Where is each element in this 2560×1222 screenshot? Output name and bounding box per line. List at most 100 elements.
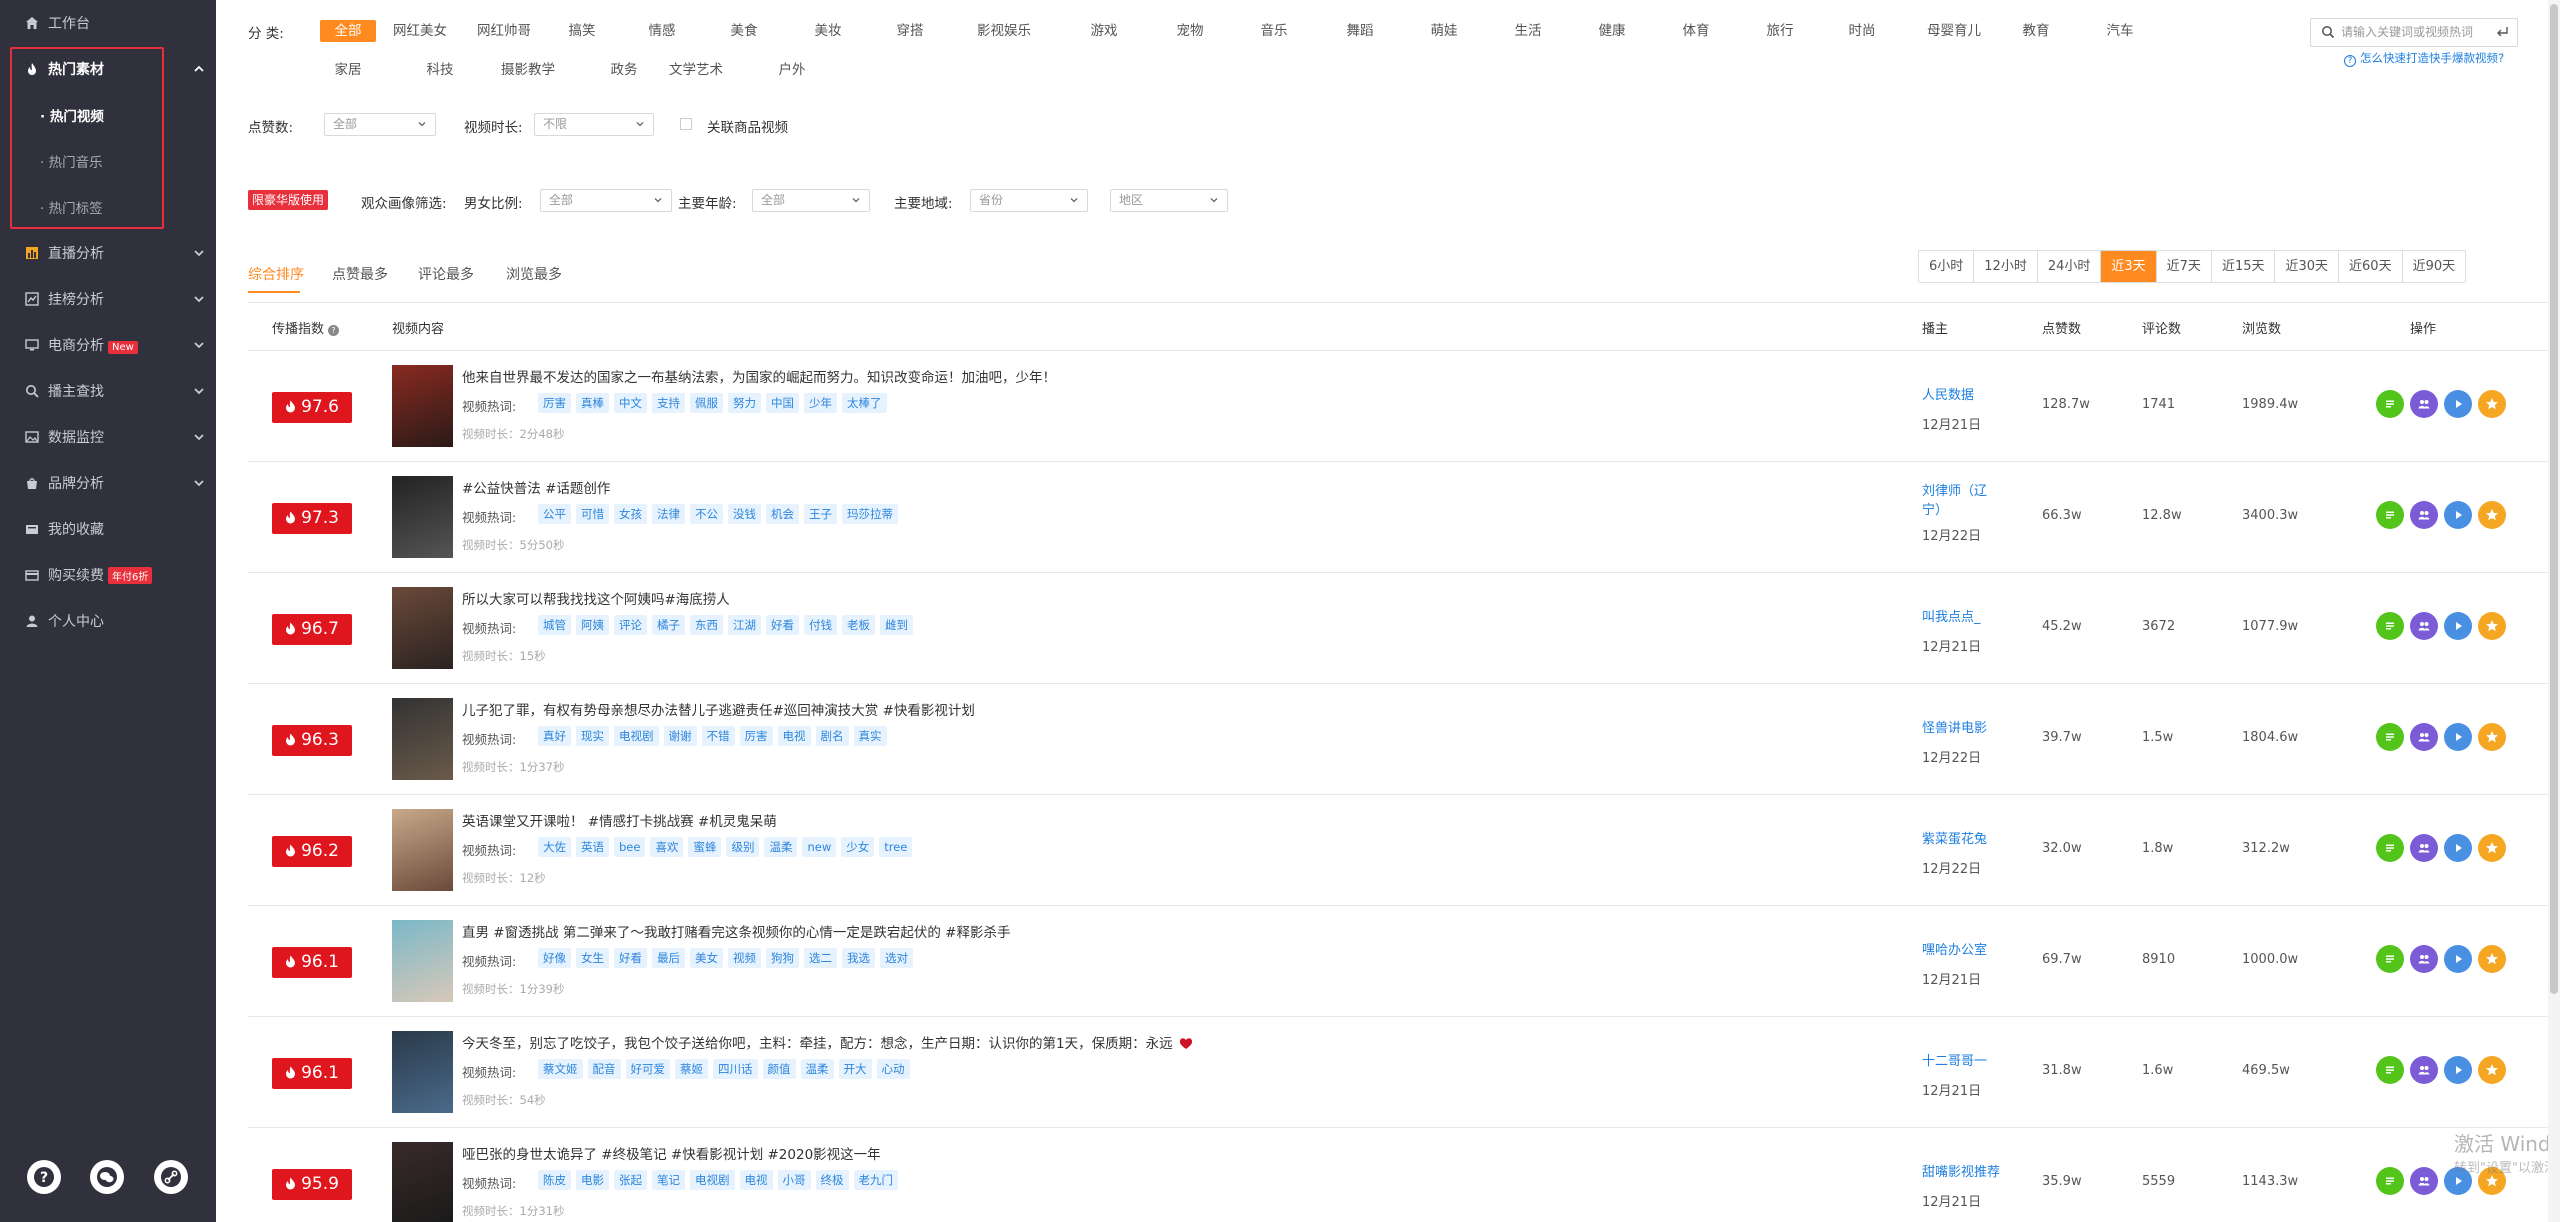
keyword-tag[interactable]: 老板 (842, 615, 875, 635)
keyword-tag[interactable]: 选二 (804, 948, 837, 968)
detail-icon[interactable] (2376, 501, 2404, 529)
analysis-icon[interactable] (2410, 501, 2438, 529)
play-icon[interactable] (2444, 612, 2472, 640)
sidebar-item-favorites[interactable]: 我的收藏 (0, 506, 216, 552)
author-link[interactable]: 刘律师（辽宁） (1922, 482, 2004, 520)
video-title[interactable]: 直男 #窗透挑战 第二弹来了～我敢打赌看完这条视频你的心情一定是跌宕起伏的 #释… (462, 921, 1011, 941)
detail-icon[interactable] (2376, 723, 2404, 751)
age-select[interactable]: 全部 (752, 189, 870, 212)
header-views[interactable]: 浏览数 (2242, 318, 2281, 337)
category-item[interactable]: 影视娱乐 (956, 20, 1052, 42)
keyword-tag[interactable]: 级别 (726, 837, 760, 857)
category-item[interactable]: 宠物 (1162, 20, 1218, 42)
category-item[interactable]: 汽车 (2092, 20, 2148, 42)
keyword-tag[interactable]: 电视剧 (690, 1170, 735, 1190)
keyword-tag[interactable]: 最后 (652, 948, 685, 968)
keyword-tag[interactable]: 终极 (815, 1170, 849, 1190)
scrollbar[interactable] (2548, 0, 2560, 1222)
keyword-tag[interactable]: 东西 (690, 615, 723, 635)
category-item[interactable]: 游戏 (1076, 20, 1132, 42)
video-thumbnail[interactable] (392, 587, 453, 669)
keyword-tag[interactable]: 好看 (614, 948, 647, 968)
favorite-icon[interactable] (2478, 945, 2506, 973)
category-item[interactable]: 萌娃 (1416, 20, 1472, 42)
category-item[interactable]: 美食 (716, 20, 772, 42)
author-link[interactable]: 怪兽讲电影 (1922, 719, 2004, 738)
keyword-tag[interactable]: 中文 (614, 393, 647, 413)
keyword-tag[interactable]: 电视 (777, 726, 811, 746)
category-item[interactable]: 搞笑 (554, 20, 610, 42)
analysis-icon[interactable] (2410, 945, 2438, 973)
play-icon[interactable] (2444, 834, 2472, 862)
category-item[interactable]: 生活 (1500, 20, 1556, 42)
keyword-tag[interactable]: 张起 (614, 1170, 647, 1190)
category-item[interactable]: 家居 (320, 59, 376, 81)
video-thumbnail[interactable] (392, 698, 453, 780)
sidebar-item-ecommerce-analysis[interactable]: 电商分析 New (0, 322, 216, 368)
keyword-tag[interactable]: 蜜蜂 (688, 837, 722, 857)
keyword-tag[interactable]: 太棒了 (842, 393, 887, 413)
detail-icon[interactable] (2376, 612, 2404, 640)
time-tab[interactable]: 近3天 (2101, 251, 2157, 282)
play-icon[interactable] (2444, 723, 2472, 751)
detail-icon[interactable] (2376, 390, 2404, 418)
keyword-tag[interactable]: 我选 (842, 948, 875, 968)
favorite-icon[interactable] (2478, 723, 2506, 751)
keyword-tag[interactable]: 真好 (538, 726, 571, 746)
keyword-tag[interactable]: 少女 (841, 837, 875, 857)
video-thumbnail[interactable] (392, 809, 453, 891)
detail-icon[interactable] (2376, 945, 2404, 973)
keyword-tag[interactable]: 好看 (766, 615, 799, 635)
keyword-tag[interactable]: 喜欢 (650, 837, 684, 857)
keyword-tag[interactable]: 温柔 (764, 837, 798, 857)
keyword-tag[interactable]: 电视剧 (614, 726, 659, 746)
keyword-tag[interactable]: 美女 (690, 948, 723, 968)
duration-select[interactable]: 不限 (534, 113, 654, 136)
author-link[interactable]: 十二哥哥一 (1922, 1052, 2004, 1071)
keyword-tag[interactable]: 雌到 (880, 615, 913, 635)
keyword-tag[interactable]: 颜值 (762, 1059, 796, 1079)
video-thumbnail[interactable] (392, 920, 453, 1002)
keyword-tag[interactable]: 努力 (728, 393, 761, 413)
keyword-tag[interactable]: 少年 (804, 393, 837, 413)
sort-tab-comments[interactable]: 评论最多 (418, 264, 474, 284)
search-input[interactable]: 请输入关键词或视频热词 (2310, 18, 2518, 47)
author-link[interactable]: 人民数据 (1922, 386, 2004, 405)
link-icon[interactable] (154, 1160, 188, 1194)
detail-icon[interactable] (2376, 834, 2404, 862)
keyword-tag[interactable]: 大佐 (538, 837, 571, 857)
keyword-tag[interactable]: 英语 (576, 837, 609, 857)
analysis-icon[interactable] (2410, 1167, 2438, 1195)
time-tab[interactable]: 6小时 (1919, 251, 1975, 282)
video-title[interactable]: 所以大家可以帮我找找这个阿姨吗#海底捞人 (462, 588, 730, 608)
analysis-icon[interactable] (2410, 612, 2438, 640)
sidebar-item-brand-analysis[interactable]: 品牌分析 (0, 460, 216, 506)
keyword-tag[interactable]: 温柔 (800, 1059, 834, 1079)
time-tab[interactable]: 近60天 (2339, 251, 2403, 282)
keyword-tag[interactable]: 中国 (766, 393, 799, 413)
help-icon[interactable]: ? (27, 1160, 61, 1194)
category-item[interactable]: 网红美女 (384, 20, 456, 42)
wechat-icon[interactable] (90, 1160, 124, 1194)
keyword-tag[interactable]: 视频 (728, 948, 761, 968)
category-item[interactable]: 全部 (320, 20, 376, 42)
analysis-icon[interactable] (2410, 834, 2438, 862)
favorite-icon[interactable] (2478, 501, 2506, 529)
sidebar-item-renew[interactable]: 购买续费 年付6折 (0, 552, 216, 598)
keyword-tag[interactable]: 不公 (690, 504, 723, 524)
keyword-tag[interactable]: 机会 (766, 504, 799, 524)
analysis-icon[interactable] (2410, 723, 2438, 751)
keyword-tag[interactable]: 不错 (701, 726, 735, 746)
keyword-tag[interactable]: tree (879, 837, 913, 857)
keyword-tag[interactable]: 阿姨 (576, 615, 609, 635)
category-item[interactable]: 美妆 (800, 20, 856, 42)
scrollbar-thumb[interactable] (2550, 4, 2558, 994)
keyword-tag[interactable]: 女孩 (614, 504, 647, 524)
video-thumbnail[interactable] (392, 1142, 453, 1222)
header-comments[interactable]: 评论数 (2142, 318, 2181, 337)
play-icon[interactable] (2444, 390, 2472, 418)
keyword-tag[interactable]: new (802, 837, 837, 857)
author-link[interactable]: 叫我点点_ (1922, 608, 2004, 627)
favorite-icon[interactable] (2478, 390, 2506, 418)
likes-select[interactable]: 全部 (324, 113, 436, 136)
